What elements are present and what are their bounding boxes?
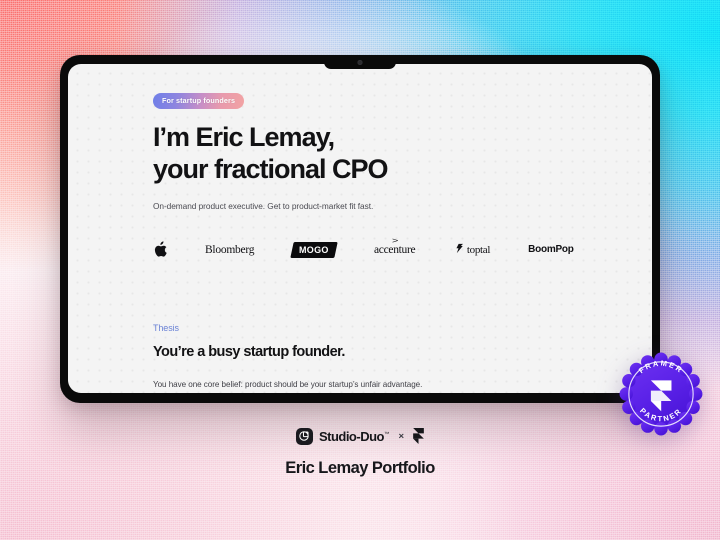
website-page: For startup founders I’m Eric Lemay, you… bbox=[68, 64, 652, 389]
framer-partner-badge: FRAMER PARTNER bbox=[617, 350, 705, 438]
thesis-eyebrow: Thesis bbox=[153, 322, 179, 333]
studio-duo-brand: Studio-Duo™ bbox=[295, 427, 390, 445]
logo-mogo-text: MOGO bbox=[299, 244, 329, 255]
webcam-notch bbox=[324, 55, 396, 69]
brand-separator: × bbox=[398, 430, 405, 442]
studio-duo-logo-icon bbox=[295, 427, 313, 445]
logo-bloomberg: Bloomberg bbox=[205, 243, 255, 256]
footer: Studio-Duo™ × Eric Lemay Portfolio bbox=[0, 424, 720, 478]
logo-boompop: BoomPop bbox=[528, 244, 574, 256]
page-subheadline: On-demand product executive. Get to prod… bbox=[153, 200, 374, 211]
brand-lockup: Studio-Duo™ × bbox=[0, 424, 720, 448]
headline-line-2: your fractional CPO bbox=[153, 153, 389, 184]
accenture-arrow-icon: > bbox=[391, 235, 398, 245]
studio-duo-label: Studio-Duo bbox=[318, 428, 385, 444]
startup-founders-badge: For startup founders bbox=[153, 93, 245, 109]
thesis-section: Thesis You’re a busy startup founder. Yo… bbox=[153, 323, 652, 389]
page-headline: I’m Eric Lemay, your fractional CPO bbox=[153, 122, 652, 186]
screenshot-canvas: For startup founders I’m Eric Lemay, you… bbox=[0, 0, 720, 540]
logo-toptal: toptal bbox=[453, 241, 490, 259]
laptop-screen: For startup founders I’m Eric Lemay, you… bbox=[68, 64, 652, 393]
logo-accenture: > accenture bbox=[374, 237, 416, 256]
logo-apple bbox=[153, 241, 167, 258]
thesis-body: You have one core belief: product should… bbox=[153, 379, 423, 389]
client-logo-row: Bloomberg MOGO > accenture toptal BoomPo… bbox=[153, 237, 652, 261]
logo-toptal-text: toptal bbox=[466, 243, 491, 256]
laptop-mockup: For startup founders I’m Eric Lemay, you… bbox=[60, 55, 660, 403]
webcam-icon bbox=[357, 60, 363, 65]
thesis-title: You’re a busy startup founder. bbox=[153, 343, 345, 360]
logo-accenture-text: accenture bbox=[374, 243, 416, 256]
headline-line-1: I’m Eric Lemay, bbox=[153, 122, 335, 152]
apple-icon bbox=[153, 241, 167, 258]
studio-duo-name: Studio-Duo™ bbox=[319, 429, 390, 444]
toptal-diamond-icon bbox=[453, 241, 464, 259]
trademark-symbol: ™ bbox=[383, 431, 390, 438]
logo-mogo: MOGO bbox=[290, 241, 338, 258]
framer-logo-icon bbox=[413, 428, 424, 444]
portfolio-title: Eric Lemay Portfolio bbox=[285, 459, 435, 477]
